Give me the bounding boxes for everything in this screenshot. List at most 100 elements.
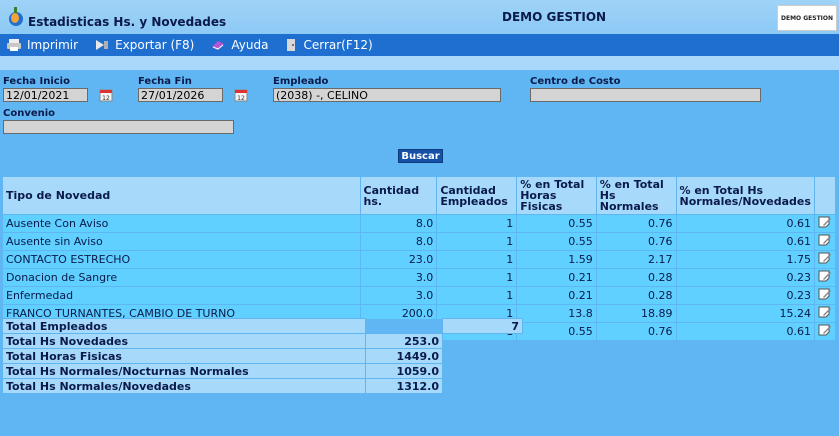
row-value-cell: 1 xyxy=(436,250,518,269)
row-value-cell: 1.75 xyxy=(675,250,815,269)
edit-note-icon[interactable] xyxy=(818,323,832,337)
convenio-input[interactable] xyxy=(3,120,234,134)
table-row[interactable]: Ausente Con Aviso 8.0 1 0.55 0.76 0.61 xyxy=(2,214,837,233)
edit-note-icon[interactable] xyxy=(818,305,832,319)
column-header[interactable]: % en Total Hs Normales/Novedades xyxy=(675,176,815,215)
row-edit-cell[interactable] xyxy=(813,322,837,341)
totals-row: Total Hs Normales/Nocturnas Normales 105… xyxy=(2,363,523,379)
row-value-cell: 0.23 xyxy=(675,268,815,287)
row-novedad-cell: CONTACTO ESTRECHO xyxy=(2,250,361,269)
table-row[interactable]: CONTACTO ESTRECHO 23.0 1 1.59 2.17 1.75 xyxy=(2,250,837,269)
fecha-inicio-input[interactable]: 12/01/2021 xyxy=(3,88,88,102)
company-name: DEMO GESTION xyxy=(502,10,607,24)
row-value-cell: 1.59 xyxy=(516,250,597,269)
row-edit-cell[interactable] xyxy=(813,232,837,251)
row-edit-cell[interactable] xyxy=(813,214,837,233)
total-value: 1449.0 xyxy=(365,348,443,364)
row-value-cell: 1 xyxy=(436,232,518,251)
row-edit-cell[interactable] xyxy=(813,268,837,287)
convenio-label: Convenio xyxy=(3,108,56,119)
column-header-edit xyxy=(813,176,837,215)
total-label: Total Hs Normales/Nocturnas Normales xyxy=(2,363,366,379)
row-value-cell: 13.8 xyxy=(516,304,597,323)
help-label: Ayuda xyxy=(231,38,269,52)
row-value-cell: 0.76 xyxy=(595,232,677,251)
empleado-label: Empleado xyxy=(273,76,329,87)
row-value-cell: 1 xyxy=(436,268,518,287)
column-header[interactable]: Tipo de Novedad xyxy=(2,176,361,215)
column-header[interactable]: Cantidad hs. xyxy=(359,176,438,215)
row-novedad-cell: Ausente Con Aviso xyxy=(2,214,361,233)
totals-row: Total Hs Novedades 253.0 xyxy=(2,333,523,349)
help-button[interactable]: Ayuda xyxy=(210,38,268,52)
novedades-table: Tipo de Novedad Cantidad hs. Cantidad Em… xyxy=(2,176,837,341)
close-label: Cerrar(F12) xyxy=(303,38,373,52)
total-value-empty xyxy=(365,318,443,334)
calendar-icon[interactable]: 12 xyxy=(98,87,114,103)
row-value-cell: 8.0 xyxy=(359,214,438,233)
table-row[interactable]: Ausente sin Aviso 8.0 1 0.55 0.76 0.61 xyxy=(2,232,837,251)
table-header-row: Tipo de Novedad Cantidad hs. Cantidad Em… xyxy=(2,176,837,215)
column-header[interactable]: % en Total Hs Normales xyxy=(595,176,677,215)
edit-note-icon[interactable] xyxy=(818,233,832,247)
row-value-cell: 1 xyxy=(436,214,518,233)
print-button[interactable]: Imprimir xyxy=(6,38,78,52)
close-button[interactable]: Cerrar(F12) xyxy=(284,38,373,52)
toolbar-separator xyxy=(0,56,839,70)
totals-row: Total Empleados 7 xyxy=(2,318,523,334)
door-exit-icon xyxy=(287,39,296,51)
row-value-cell: 0.55 xyxy=(516,214,597,233)
total-value: 253.0 xyxy=(365,333,443,349)
brand-logo: DEMO GESTION xyxy=(777,5,837,31)
row-value-cell: 15.24 xyxy=(675,304,815,323)
empleado-input[interactable]: (2038) -, CELINO xyxy=(273,88,501,102)
print-label: Imprimir xyxy=(27,38,79,52)
row-edit-cell[interactable] xyxy=(813,304,837,323)
row-value-cell: 18.89 xyxy=(595,304,677,323)
total-label: Total Empleados xyxy=(2,318,366,334)
export-button[interactable]: Exportar (F8) xyxy=(94,38,194,52)
row-novedad-cell: Ausente sin Aviso xyxy=(2,232,361,251)
edit-note-icon[interactable] xyxy=(818,287,832,301)
total-label: Total Horas Fisicas xyxy=(2,348,366,364)
export-label: Exportar (F8) xyxy=(115,38,195,52)
table-row[interactable]: Donacion de Sangre 3.0 1 0.21 0.28 0.23 xyxy=(2,268,837,287)
edit-note-icon[interactable] xyxy=(818,215,832,229)
totals-row: Total Hs Normales/Novedades 1312.0 xyxy=(2,378,523,394)
row-value-cell: 2.17 xyxy=(595,250,677,269)
row-value-cell: 1 xyxy=(436,286,518,305)
row-value-cell: 0.23 xyxy=(675,286,815,305)
fecha-fin-label: Fecha Fin xyxy=(138,76,192,87)
centro-costo-input[interactable] xyxy=(530,88,761,102)
row-value-cell: 0.55 xyxy=(516,232,597,251)
row-value-cell: 8.0 xyxy=(359,232,438,251)
edit-note-icon[interactable] xyxy=(818,269,832,283)
row-value-cell: 0.61 xyxy=(675,214,815,233)
app-title: Estadisticas Hs. y Novedades xyxy=(28,15,227,29)
calendar-icon[interactable]: 12 xyxy=(233,87,249,103)
row-value-cell: 0.76 xyxy=(595,214,677,233)
row-edit-cell[interactable] xyxy=(813,286,837,305)
row-edit-cell[interactable] xyxy=(813,250,837,269)
totals-table: Total Empleados 7 Total Hs Novedades 253… xyxy=(2,318,523,394)
fecha-fin-input[interactable]: 27/01/2026 xyxy=(138,88,223,102)
row-value-cell: 0.76 xyxy=(595,322,677,341)
row-novedad-cell: Donacion de Sangre xyxy=(2,268,361,287)
total-label: Total Hs Normales/Novedades xyxy=(2,378,366,394)
export-icon xyxy=(96,40,109,50)
column-header[interactable]: Cantidad Empleados xyxy=(436,176,518,215)
search-button[interactable]: Buscar xyxy=(398,149,443,163)
row-value-cell: 3.0 xyxy=(359,268,438,287)
column-header[interactable]: % en Total Horas Fisicas xyxy=(516,176,597,215)
fecha-inicio-label: Fecha Inicio xyxy=(3,76,70,87)
table-row[interactable]: Enfermedad 3.0 1 0.21 0.28 0.23 xyxy=(2,286,837,305)
row-novedad-cell: Enfermedad xyxy=(2,286,361,305)
centro-costo-label: Centro de Costo xyxy=(530,76,621,87)
edit-note-icon[interactable] xyxy=(818,251,832,265)
row-value-cell: 0.55 xyxy=(516,322,597,341)
row-value-cell: 0.61 xyxy=(675,232,815,251)
row-value-cell: 3.0 xyxy=(359,286,438,305)
svg-text:12: 12 xyxy=(102,95,110,102)
row-value-cell: 0.21 xyxy=(516,268,597,287)
title-bar: Estadisticas Hs. y Novedades DEMO GESTIO… xyxy=(0,0,839,34)
